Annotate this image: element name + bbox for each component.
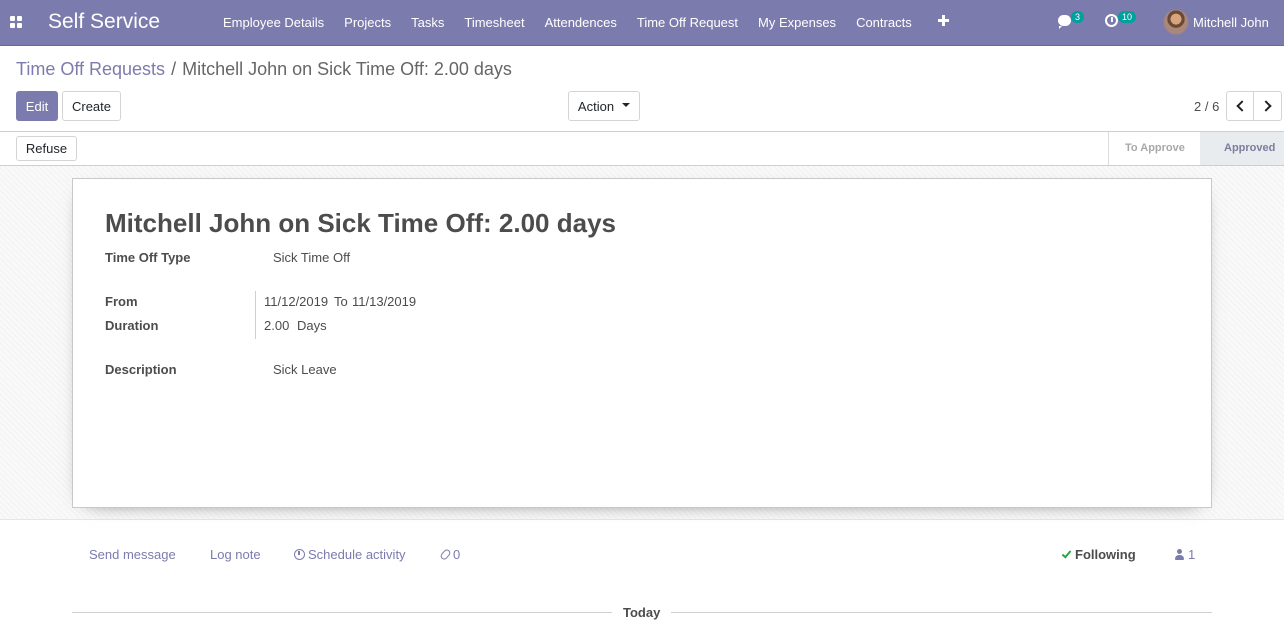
breadcrumb: Time Off Requests / Mitchell John on Sick …: [16, 59, 512, 80]
log-note-button[interactable]: Log note: [210, 547, 261, 562]
apps-menu-icon[interactable]: [10, 16, 22, 28]
chat-bubble-icon: [1058, 15, 1071, 29]
following-label: Following: [1075, 547, 1136, 562]
duration-unit: Days: [297, 318, 327, 333]
separator-line-right: [671, 612, 1212, 613]
time-off-type-label: Time Off Type: [105, 250, 191, 265]
menu-item-my-expenses[interactable]: My Expenses: [748, 0, 846, 46]
time-off-type-value: Sick Time Off: [273, 250, 351, 265]
menu-item-timesheet[interactable]: Timesheet: [454, 0, 534, 46]
main-menu: Employee Details Projects Tasks Timeshee…: [213, 0, 922, 46]
messages-badge: 3: [1071, 11, 1085, 23]
followers-count: 1: [1188, 547, 1196, 562]
field-divider: [255, 291, 256, 339]
date-from-value: 11/12/2019: [264, 294, 329, 309]
schedule-activity-label: Schedule activity: [308, 547, 406, 562]
breadcrumb-parent-link[interactable]: Time Off Requests: [16, 59, 165, 79]
activities-badge: 10: [1118, 11, 1137, 23]
menu-item-employee-details[interactable]: Employee Details: [213, 0, 334, 46]
menu-item-attendences[interactable]: Attendences: [535, 0, 627, 46]
chevron-left-icon: [1236, 100, 1248, 112]
breadcrumb-separator: /: [171, 59, 177, 79]
separator-line-left: [72, 612, 612, 613]
schedule-activity-button[interactable]: Schedule activity: [294, 547, 406, 562]
top-navbar: Self Service Employee Details Projects T…: [0, 0, 1284, 46]
action-dropdown-button[interactable]: Action: [568, 91, 640, 121]
record-title: Mitchell John on Sick Time Off: 2.00 day…: [105, 208, 616, 238]
following-button[interactable]: Following: [1061, 547, 1136, 562]
send-message-button[interactable]: Send message: [89, 547, 176, 562]
description-label: Description: [105, 362, 177, 377]
create-button[interactable]: Create: [62, 91, 121, 121]
check-icon: [1061, 548, 1072, 559]
from-label: From: [105, 294, 138, 309]
clock-icon: [1105, 14, 1118, 27]
form-statusbar: Refuse To Approve Approved: [0, 132, 1284, 166]
paperclip-icon: [439, 548, 452, 561]
app-brand-title[interactable]: Self Service: [48, 10, 160, 34]
messaging-menu[interactable]: 3: [1058, 11, 1088, 33]
caret-down-icon: [622, 103, 631, 107]
today-label: Today: [623, 605, 661, 620]
user-name: Mitchell John: [1193, 14, 1269, 30]
duration-value: 2.00: [264, 318, 290, 333]
breadcrumb-current: Mitchell John on Sick Time Off: 2.00 day…: [182, 59, 512, 79]
refuse-button[interactable]: Refuse: [16, 136, 77, 161]
action-button-label: Action: [577, 98, 615, 114]
date-separator: Today: [72, 604, 1212, 620]
control-panel: Time Off Requests / Mitchell John on Sick …: [0, 46, 1284, 132]
plus-icon[interactable]: [937, 14, 950, 27]
to-word: To: [334, 294, 348, 309]
pager-previous-button[interactable]: [1226, 91, 1254, 121]
form-sheet: Mitchell John on Sick Time Off: 2.00 day…: [72, 178, 1212, 508]
clock-icon: [294, 549, 305, 560]
pager-next-button[interactable]: [1254, 91, 1282, 121]
attachments-button[interactable]: 0: [439, 547, 461, 562]
user-menu[interactable]: Mitchell John: [1163, 9, 1269, 35]
user-icon: [1175, 549, 1184, 560]
menu-item-tasks[interactable]: Tasks: [401, 0, 454, 46]
attachments-count: 0: [453, 547, 461, 562]
user-avatar: [1163, 9, 1189, 35]
date-to-value: 11/13/2019: [352, 294, 417, 309]
description-value: Sick Leave: [273, 362, 337, 377]
menu-item-contracts[interactable]: Contracts: [846, 0, 922, 46]
activity-menu[interactable]: 10: [1105, 11, 1140, 33]
status-step-to-approve[interactable]: To Approve: [1108, 132, 1200, 165]
edit-button[interactable]: Edit: [16, 91, 58, 121]
menu-item-time-off-request[interactable]: Time Off Request: [627, 0, 748, 46]
chatter-topbar: Send message Log note Schedule activity …: [72, 540, 1212, 570]
duration-label: Duration: [105, 318, 159, 333]
menu-item-projects[interactable]: Projects: [334, 0, 401, 46]
pager-value[interactable]: 2 / 6: [1194, 99, 1219, 114]
chevron-right-icon: [1260, 100, 1272, 112]
status-steps: To Approve Approved: [1108, 132, 1284, 165]
status-step-approved[interactable]: Approved: [1200, 132, 1284, 165]
followers-button[interactable]: 1: [1175, 547, 1195, 562]
